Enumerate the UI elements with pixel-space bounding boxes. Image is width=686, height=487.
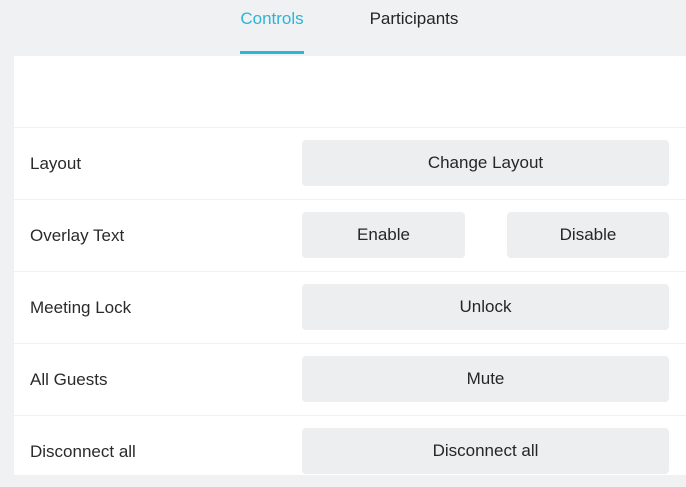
- unlock-button[interactable]: Unlock: [302, 284, 669, 330]
- all-guests-label: All Guests: [30, 370, 108, 389]
- mute-button[interactable]: Mute: [302, 356, 669, 402]
- enable-overlay-button[interactable]: Enable: [302, 212, 465, 258]
- active-tab-indicator: [240, 51, 304, 54]
- layout-row: Layout Change Layout: [14, 127, 686, 199]
- disconnect-all-label: Disconnect all: [30, 442, 136, 461]
- disconnect-all-row: Disconnect all Disconnect all: [14, 415, 686, 487]
- meeting-lock-label: Meeting Lock: [30, 298, 132, 317]
- overlay-text-row: Overlay Text Enable Disable: [14, 199, 686, 271]
- disable-overlay-button[interactable]: Disable: [507, 212, 669, 258]
- tab-participants-label: Participants: [369, 9, 459, 28]
- disconnect-all-button[interactable]: Disconnect all: [302, 428, 669, 474]
- layout-label: Layout: [30, 154, 82, 173]
- change-layout-button[interactable]: Change Layout: [302, 140, 669, 186]
- meeting-lock-row: Meeting Lock Unlock: [14, 271, 686, 343]
- controls-panel: Layout Change Layout Overlay Text Enable…: [14, 56, 686, 475]
- tab-controls-label: Controls: [240, 9, 304, 28]
- overlay-text-label: Overlay Text: [30, 226, 125, 245]
- tab-bar: Controls Participants: [0, 0, 686, 56]
- all-guests-row: All Guests Mute: [14, 343, 686, 415]
- tab-controls[interactable]: Controls: [238, 0, 306, 56]
- tab-participants[interactable]: Participants: [364, 0, 464, 56]
